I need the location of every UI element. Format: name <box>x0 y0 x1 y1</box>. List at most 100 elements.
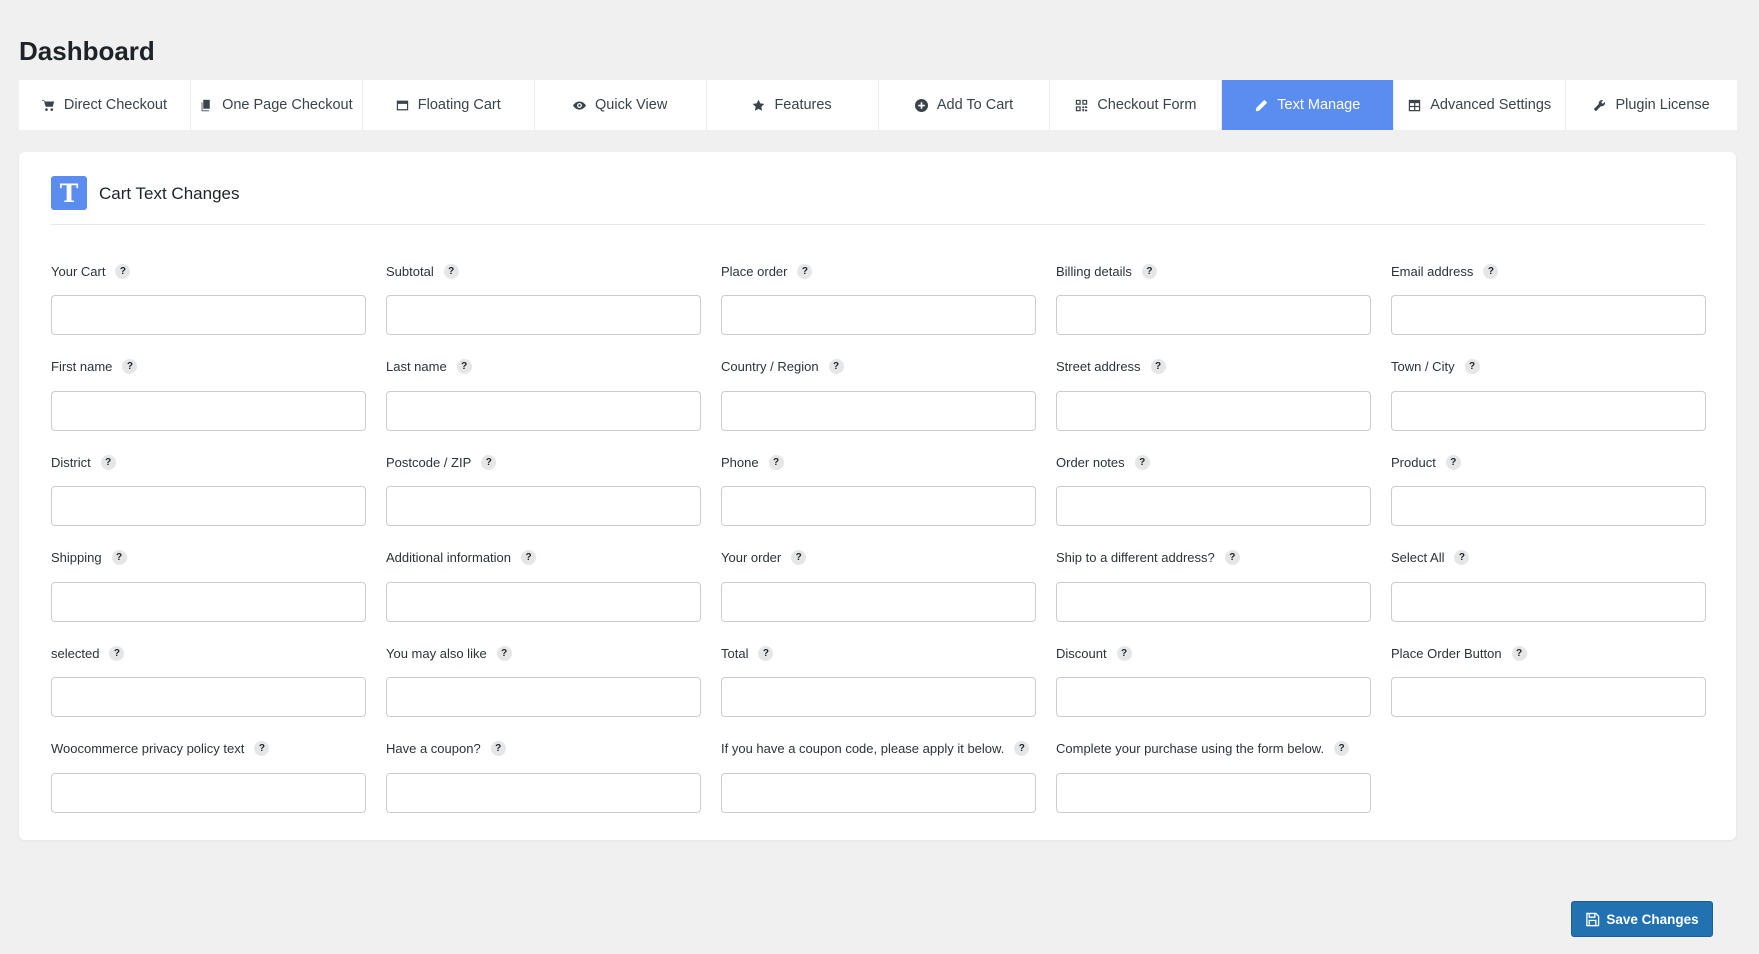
window-icon <box>396 99 409 112</box>
text-input[interactable] <box>51 486 366 526</box>
text-input[interactable] <box>51 677 366 717</box>
text-input[interactable] <box>51 390 366 431</box>
field-label-row: Phone? <box>721 451 1036 473</box>
help-icon[interactable]: ? <box>758 645 774 661</box>
text-input[interactable] <box>1391 390 1706 431</box>
field-label: Billing details <box>1056 263 1132 279</box>
text-input[interactable] <box>386 486 701 526</box>
help-icon[interactable]: ? <box>115 263 131 279</box>
text-input[interactable] <box>1056 486 1371 526</box>
field-label-row: Your order? <box>721 547 1036 569</box>
field-label-row: Place Order Button? <box>1391 642 1706 664</box>
tab-label: Plugin License <box>1615 97 1710 113</box>
text-field-group: Billing details? <box>1056 260 1371 356</box>
help-icon[interactable]: ? <box>122 359 138 374</box>
tab-quick-view[interactable]: Quick View <box>535 80 707 130</box>
text-input[interactable] <box>721 295 1036 335</box>
field-label-row: Discount? <box>1056 642 1371 664</box>
help-icon[interactable]: ? <box>1454 550 1470 565</box>
help-icon[interactable]: ? <box>1116 645 1132 661</box>
help-icon[interactable]: ? <box>443 263 459 279</box>
settings-tab-bar: Direct Checkout One Page Checkout Floati… <box>19 80 1737 130</box>
tab-text-manage[interactable]: Text Manage <box>1222 80 1395 130</box>
help-icon[interactable]: ? <box>111 550 127 565</box>
help-icon[interactable]: ? <box>490 741 506 756</box>
help-icon[interactable]: ? <box>456 359 472 374</box>
tab-add-to-cart[interactable]: Add To Cart <box>879 80 1051 130</box>
text-input[interactable] <box>1391 486 1706 526</box>
text-field-group: If you have a coupon code, please apply … <box>721 738 1036 834</box>
text-input[interactable] <box>386 390 701 431</box>
help-icon[interactable]: ? <box>768 454 784 470</box>
help-icon[interactable]: ? <box>828 359 844 374</box>
text-input[interactable] <box>721 390 1036 431</box>
help-icon[interactable]: ? <box>481 454 497 470</box>
help-icon[interactable]: ? <box>1511 645 1527 661</box>
tab-floating-cart[interactable]: Floating Cart <box>363 80 535 130</box>
floppy-disk-icon <box>1586 912 1600 926</box>
text-field-group: Place order? <box>721 260 1036 356</box>
help-icon[interactable]: ? <box>521 550 537 565</box>
tab-direct-checkout[interactable]: Direct Checkout <box>19 80 191 130</box>
help-icon[interactable]: ? <box>1224 550 1240 565</box>
help-icon[interactable]: ? <box>109 645 125 661</box>
text-input[interactable] <box>51 581 366 622</box>
help-icon[interactable]: ? <box>791 550 807 565</box>
field-label-row: Place order? <box>721 260 1036 282</box>
field-label: You may also like <box>386 645 487 661</box>
field-label-row: Billing details? <box>1056 260 1371 282</box>
save-changes-button[interactable]: Save Changes <box>1571 901 1713 937</box>
text-input[interactable] <box>1056 390 1371 431</box>
field-label-row: Total? <box>721 642 1036 664</box>
text-fields-grid: Your Cart? Subtotal? Place order? Billing d… <box>51 260 1706 833</box>
text-type-icon: T <box>51 176 87 210</box>
text-input[interactable] <box>721 486 1036 526</box>
text-input[interactable] <box>386 772 701 813</box>
text-input[interactable] <box>1056 772 1371 813</box>
text-input[interactable] <box>51 772 366 813</box>
field-label-row: First name? <box>51 356 366 378</box>
text-input[interactable] <box>721 581 1036 622</box>
field-label: Discount <box>1056 645 1107 661</box>
tab-advanced-settings[interactable]: Advanced Settings <box>1394 80 1567 130</box>
help-icon[interactable]: ? <box>496 645 512 661</box>
text-input[interactable] <box>1391 581 1706 622</box>
help-icon[interactable]: ? <box>1445 454 1461 470</box>
field-label: If you have a coupon code, please apply … <box>721 741 1005 756</box>
help-icon[interactable]: ? <box>797 263 813 279</box>
text-field-group: Additional information? <box>386 547 701 643</box>
help-icon[interactable]: ? <box>1134 454 1150 470</box>
text-input[interactable] <box>51 295 366 335</box>
text-input[interactable] <box>1056 677 1371 717</box>
tab-checkout-form[interactable]: Checkout Form <box>1050 80 1223 130</box>
tab-plugin-license[interactable]: Plugin License <box>1566 80 1737 130</box>
text-input[interactable] <box>1391 677 1706 717</box>
text-input[interactable] <box>1391 295 1706 335</box>
help-icon[interactable]: ? <box>100 454 116 470</box>
form-icon <box>1075 99 1088 112</box>
help-icon[interactable]: ? <box>1150 359 1166 374</box>
tab-one-page-checkout[interactable]: One Page Checkout <box>191 80 363 130</box>
text-field-group: Shipping? <box>51 547 366 643</box>
text-input[interactable] <box>386 677 701 717</box>
text-input[interactable] <box>386 295 701 335</box>
field-label: Woocommerce privacy policy text <box>51 741 245 756</box>
text-input[interactable] <box>1056 295 1371 335</box>
text-input[interactable] <box>1056 581 1371 622</box>
text-input[interactable] <box>721 677 1036 717</box>
tab-features[interactable]: Features <box>707 80 879 130</box>
text-input[interactable] <box>386 581 701 622</box>
field-label: Phone <box>721 454 759 470</box>
help-icon[interactable]: ? <box>254 741 270 756</box>
text-field-group: Ship to a different address?? <box>1056 547 1371 643</box>
help-icon[interactable]: ? <box>1464 359 1480 374</box>
text-input[interactable] <box>721 772 1036 813</box>
help-icon[interactable]: ? <box>1141 263 1157 279</box>
help-icon[interactable]: ? <box>1483 263 1499 279</box>
field-label: Ship to a different address? <box>1056 550 1215 565</box>
text-field-group: selected? <box>51 642 366 738</box>
help-icon[interactable]: ? <box>1334 741 1350 756</box>
help-icon[interactable]: ? <box>1014 741 1030 756</box>
field-label-row: Postcode / ZIP? <box>386 451 701 473</box>
text-field-group: Postcode / ZIP? <box>386 451 701 547</box>
